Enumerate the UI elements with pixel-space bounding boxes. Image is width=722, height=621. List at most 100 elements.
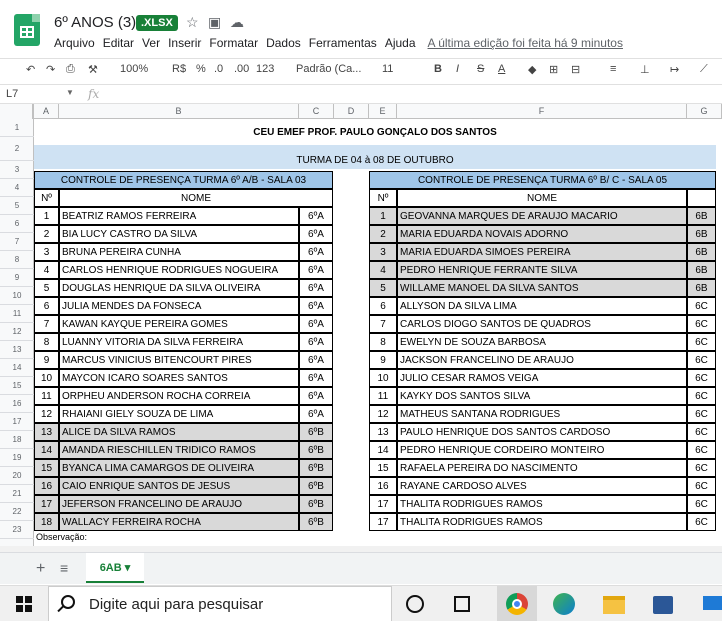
borders-icon[interactable]: ⊞ (549, 63, 558, 76)
row-number-cell[interactable]: 13 (369, 423, 397, 441)
sheet-tab-6ab[interactable]: 6AB ▾ (86, 553, 144, 583)
row-header[interactable]: 2 (0, 137, 34, 161)
row-header[interactable]: 20 (0, 467, 34, 485)
class-cell[interactable]: 6ºB (299, 459, 333, 477)
student-name-cell[interactable]: PEDRO HENRIQUE FERRANTE SILVA (397, 261, 687, 279)
class-cell[interactable]: 6ºA (299, 243, 333, 261)
mail-icon[interactable] (703, 596, 722, 610)
class-cell[interactable]: 6ºB (299, 495, 333, 513)
row-header[interactable]: 4 (0, 179, 34, 197)
move-folder-icon[interactable]: ▣ (208, 14, 221, 31)
student-name-cell[interactable]: EWELYN DE SOUZA BARBOSA (397, 333, 687, 351)
increase-decimals-button[interactable]: .00 (234, 63, 249, 75)
document-title[interactable]: 6º ANOS (3) (54, 14, 136, 31)
class-cell[interactable]: 6ºB (299, 423, 333, 441)
student-name-cell[interactable]: BRUNA PEREIRA CUNHA (59, 243, 299, 261)
class-cell[interactable]: 6ºA (299, 387, 333, 405)
spreadsheet-grid[interactable]: CEU EMEF PROF. PAULO GONÇALO DOS SANTOS … (34, 119, 722, 547)
menu-ferramentas[interactable]: Ferramentas (309, 36, 377, 50)
font-family-select[interactable]: Padrão (Ca... (296, 63, 361, 75)
observation-label[interactable]: Observação: (36, 532, 87, 542)
row-number-cell[interactable]: 14 (369, 441, 397, 459)
row-number-cell[interactable]: 11 (369, 387, 397, 405)
class-cell[interactable]: 6ºA (299, 279, 333, 297)
windows-start-icon[interactable] (16, 596, 32, 612)
align-vertical-icon[interactable]: ⊥ (640, 63, 650, 76)
left-table-header[interactable]: CONTROLE DE PRESENÇA TURMA 6º A/B - SALA… (34, 171, 333, 189)
taskbar-search-box[interactable]: Digite aqui para pesquisar (48, 586, 392, 621)
row-number-cell[interactable]: 4 (369, 261, 397, 279)
student-name-cell[interactable]: KAWAN KAYQUE PEREIRA GOMES (59, 315, 299, 333)
chrome-taskbar-button[interactable] (497, 586, 537, 621)
student-name-cell[interactable]: MATHEUS SANTANA RODRIGUES (397, 405, 687, 423)
text-wrap-icon[interactable]: ↦ (670, 63, 679, 76)
align-horizontal-icon[interactable]: ≡ (610, 63, 616, 75)
name-box[interactable]: L7 (6, 88, 18, 100)
class-cell[interactable]: 6ºA (299, 351, 333, 369)
task-view-icon[interactable] (454, 596, 470, 612)
class-cell[interactable]: 6C (687, 369, 716, 387)
row-number-cell[interactable]: 10 (34, 369, 59, 387)
school-title[interactable]: CEU EMEF PROF. PAULO GONÇALO DOS SANTOS (34, 127, 716, 138)
student-name-cell[interactable]: MARIA EDUARDA SIMOES PEREIRA (397, 243, 687, 261)
row-number-cell[interactable]: 16 (34, 477, 59, 495)
class-cell[interactable]: 6ºA (299, 369, 333, 387)
zoom-select[interactable]: 100% (120, 63, 148, 75)
right-table-header[interactable]: CONTROLE DE PRESENÇA TURMA 6º B/ C - SAL… (369, 171, 716, 189)
student-name-cell[interactable]: GEOVANNA MARQUES DE ARAUJO MACARIO (397, 207, 687, 225)
row-number-cell[interactable]: 7 (34, 315, 59, 333)
student-name-cell[interactable]: MAYCON ICARO SOARES SANTOS (59, 369, 299, 387)
student-name-cell[interactable]: JULIA MENDES DA FONSECA (59, 297, 299, 315)
student-name-cell[interactable]: PEDRO HENRIQUE CORDEIRO MONTEIRO (397, 441, 687, 459)
row-header[interactable]: 18 (0, 431, 34, 449)
class-cell[interactable]: 6B (687, 261, 716, 279)
student-name-cell[interactable]: BIA LUCY CASTRO DA SILVA (59, 225, 299, 243)
class-cell[interactable]: 6ºB (299, 513, 333, 531)
left-col-num-header[interactable]: Nº (34, 189, 59, 207)
student-name-cell[interactable]: AMANDA RIESCHILLEN TRIDICO RAMOS (59, 441, 299, 459)
menu-inserir[interactable]: Inserir (168, 36, 201, 50)
row-header[interactable]: 9 (0, 269, 34, 287)
student-name-cell[interactable]: ALLYSON DA SILVA LIMA (397, 297, 687, 315)
star-icon[interactable]: ☆ (186, 14, 199, 31)
class-cell[interactable]: 6C (687, 477, 716, 495)
class-cell[interactable]: 6ºA (299, 261, 333, 279)
text-rotate-icon[interactable]: ⟋ (700, 63, 708, 76)
row-header[interactable]: 12 (0, 323, 34, 341)
class-cell[interactable]: 6ºA (299, 405, 333, 423)
row-number-cell[interactable]: 1 (369, 207, 397, 225)
right-col-class-header[interactable] (687, 189, 716, 207)
row-number-cell[interactable]: 12 (369, 405, 397, 423)
row-header[interactable]: 21 (0, 485, 34, 503)
class-cell[interactable]: 6C (687, 423, 716, 441)
row-number-cell[interactable]: 1 (34, 207, 59, 225)
row-number-cell[interactable]: 12 (34, 405, 59, 423)
row-header[interactable]: 11 (0, 305, 34, 323)
column-header-a[interactable]: A (34, 104, 59, 119)
row-header[interactable]: 7 (0, 233, 34, 251)
row-number-cell[interactable]: 5 (369, 279, 397, 297)
student-name-cell[interactable]: CARLOS DIOGO SANTOS DE QUADROS (397, 315, 687, 333)
student-name-cell[interactable]: PAULO HENRIQUE DOS SANTOS CARDOSO (397, 423, 687, 441)
row-number-cell[interactable]: 17 (369, 513, 397, 531)
row-header[interactable]: 6 (0, 215, 34, 233)
row-number-cell[interactable]: 15 (34, 459, 59, 477)
class-cell[interactable]: 6C (687, 297, 716, 315)
row-number-cell[interactable]: 17 (34, 495, 59, 513)
merge-cells-icon[interactable]: ⊟ (571, 63, 580, 76)
column-header-c[interactable]: C (299, 104, 334, 119)
class-cell[interactable]: 6ºA (299, 225, 333, 243)
class-cell[interactable]: 6ºA (299, 315, 333, 333)
student-name-cell[interactable]: MARIA EDUARDA NOVAIS ADORNO (397, 225, 687, 243)
italic-button[interactable]: I (456, 63, 459, 75)
edge-icon[interactable] (553, 593, 575, 615)
student-name-cell[interactable]: CARLOS HENRIQUE RODRIGUES NOGUEIRA (59, 261, 299, 279)
strikethrough-button[interactable]: S (477, 63, 484, 75)
class-cell[interactable]: 6C (687, 333, 716, 351)
student-name-cell[interactable]: RAFAELA PEREIRA DO NASCIMENTO (397, 459, 687, 477)
menu-ver[interactable]: Ver (142, 36, 160, 50)
row-header[interactable]: 22 (0, 503, 34, 521)
column-header-f[interactable]: F (397, 104, 687, 119)
all-sheets-icon[interactable]: ≡ (60, 560, 68, 576)
row-header[interactable]: 16 (0, 395, 34, 413)
